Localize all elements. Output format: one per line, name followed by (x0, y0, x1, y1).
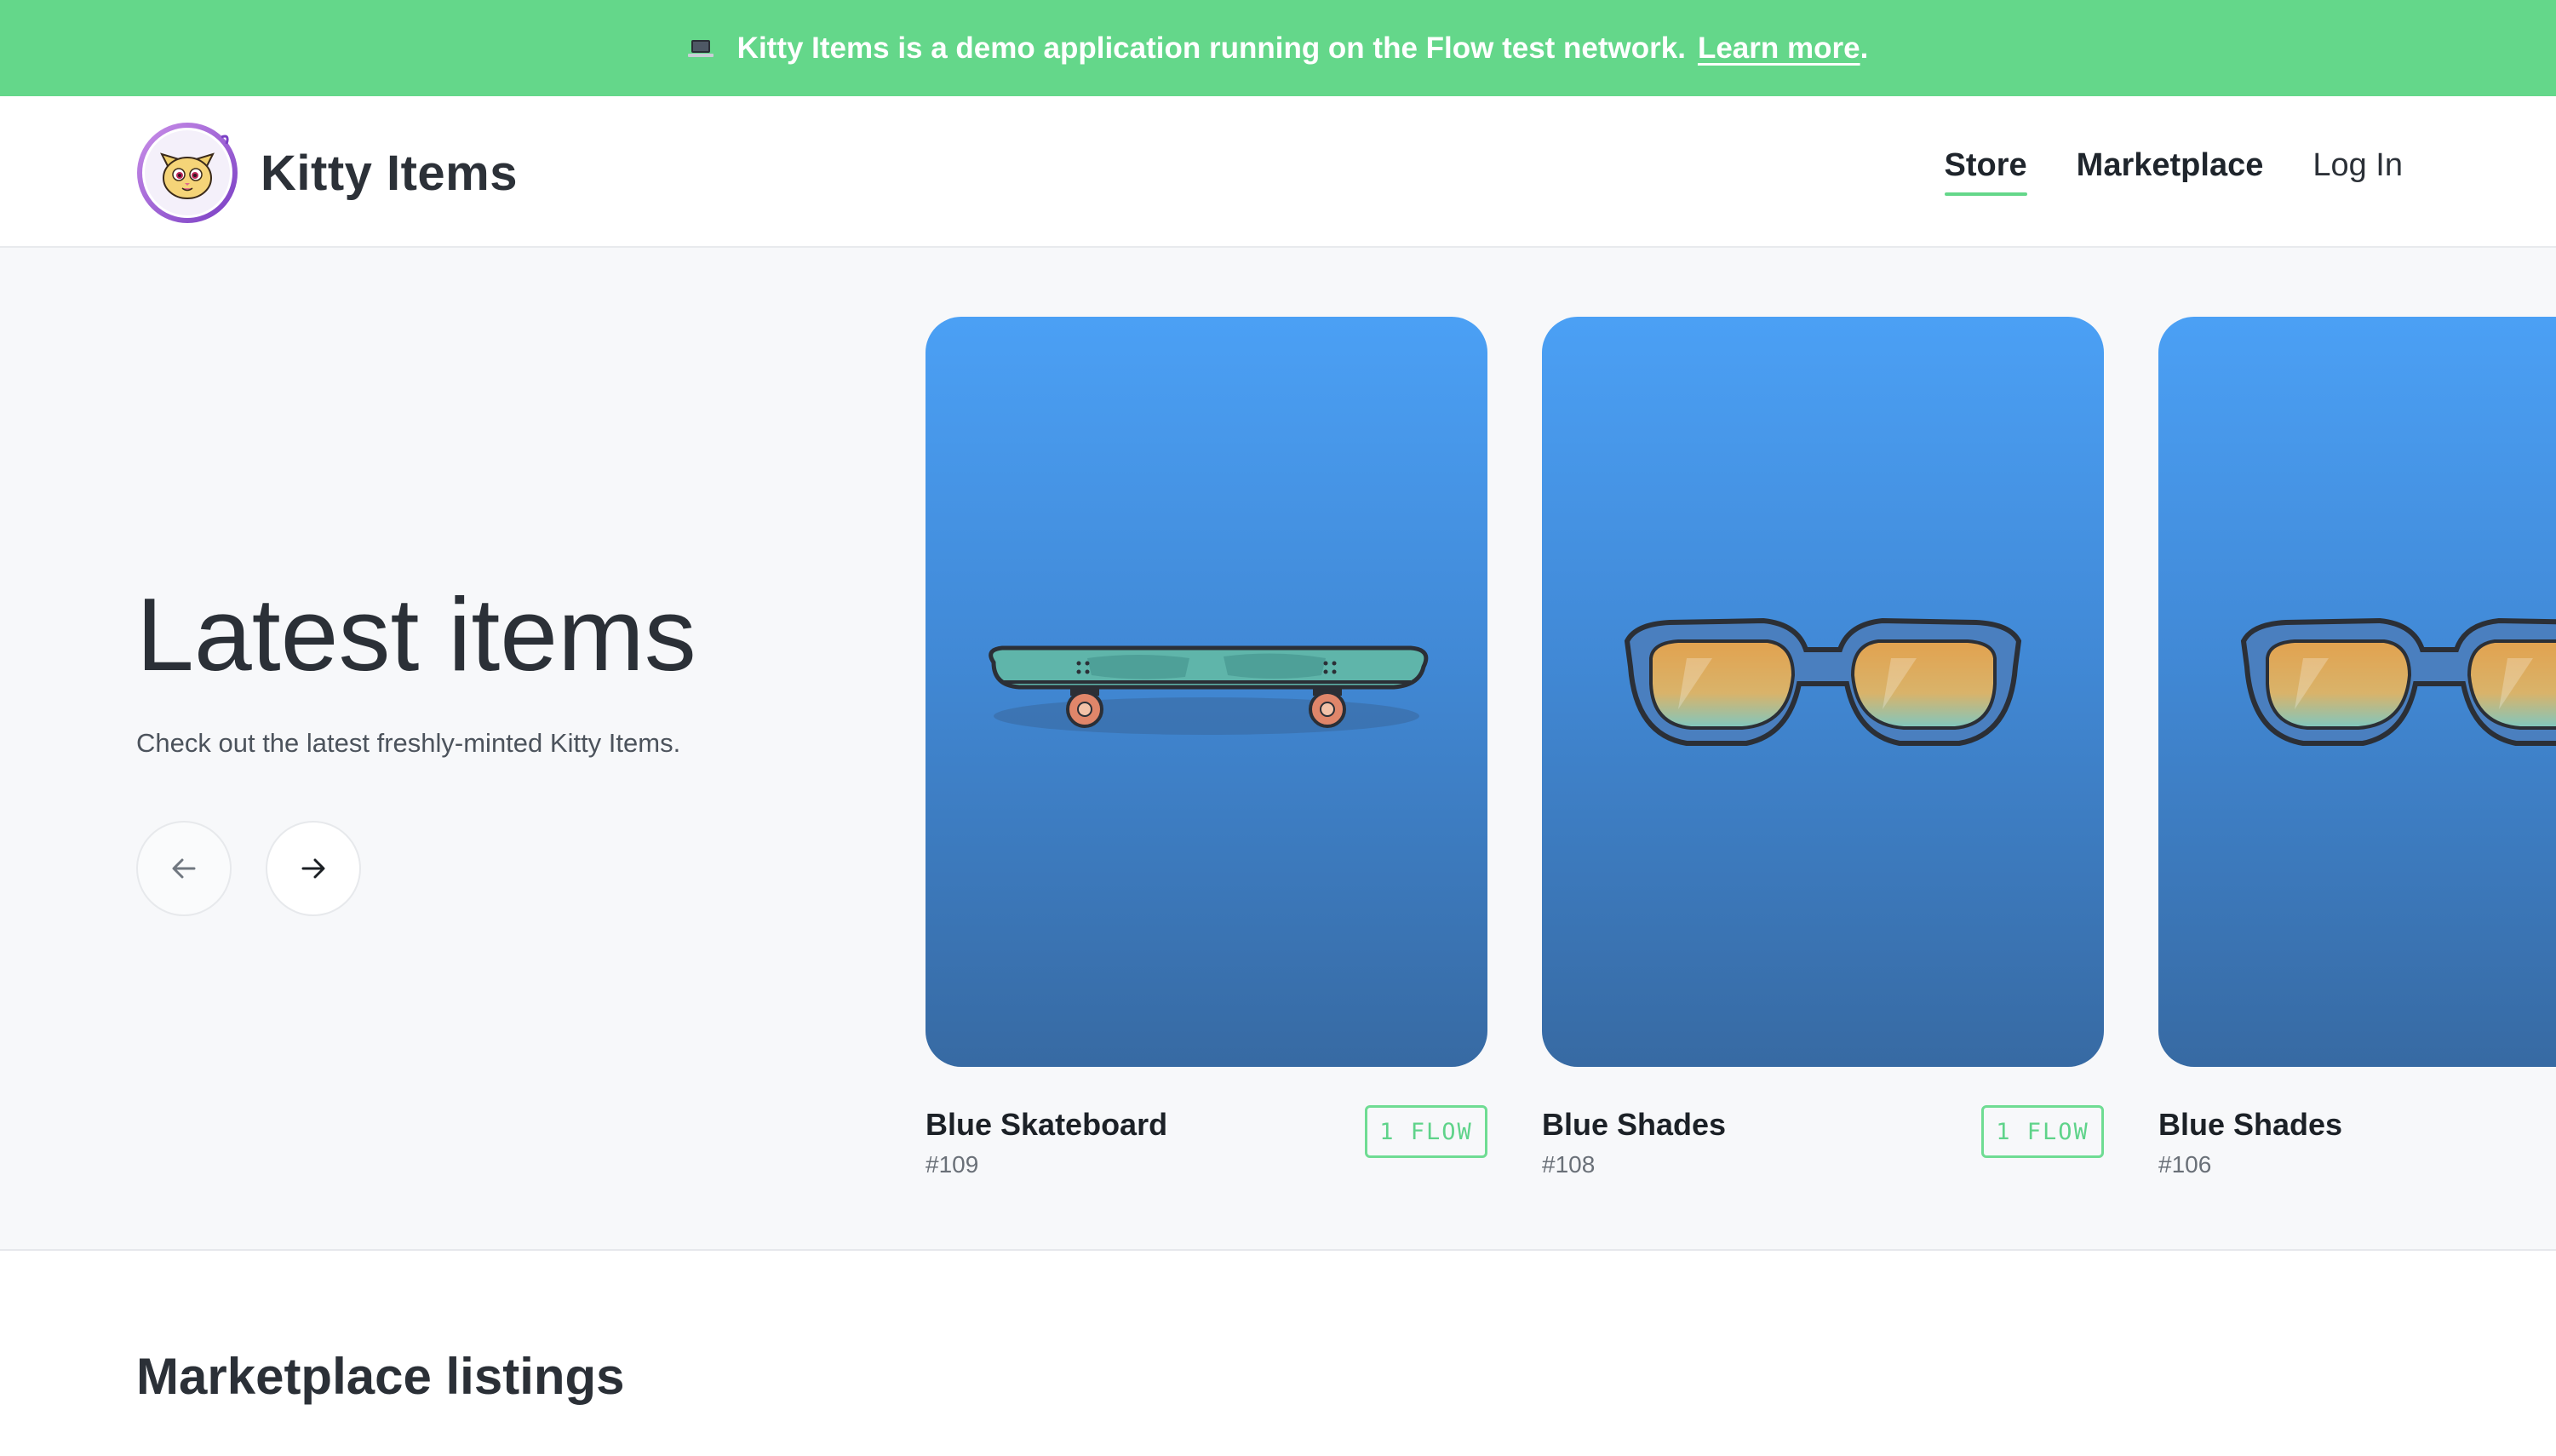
latest-items-section: Latest items Check out the latest freshl… (0, 248, 2556, 1251)
announcement-banner: Kitty Items is a demo application runnin… (0, 0, 2556, 96)
nav-login[interactable]: Log In (2312, 147, 2403, 191)
item-image[interactable] (1542, 317, 2104, 1067)
site-header: Kitty Items Store Marketplace Log In (0, 96, 2556, 248)
marketplace-listings-heading: Marketplace listings (136, 1348, 625, 1405)
item-image[interactable] (2158, 317, 2556, 1067)
arrow-left-icon (172, 858, 196, 879)
home-link[interactable]: Kitty Items (136, 122, 518, 224)
page-title: Latest items (136, 576, 696, 692)
laptop-icon (687, 39, 714, 57)
main-nav: Store Marketplace Log In (1944, 147, 2403, 196)
brand-name: Kitty Items (261, 145, 519, 201)
item-card[interactable]: Blue Shades #108 1 FLOW (1542, 317, 2104, 1178)
item-id: #108 (1542, 1151, 1596, 1178)
carousel-prev-button[interactable] (136, 821, 232, 916)
item-name: Blue Skateboard (926, 1107, 1168, 1142)
kitty-logo-icon (137, 123, 238, 223)
banner-trailing: . (1860, 31, 1869, 65)
item-image[interactable] (926, 317, 1487, 1067)
price-badge: 1 FLOW (1981, 1105, 2104, 1158)
item-name: Blue Shades (1542, 1107, 1727, 1142)
banner-text: Kitty Items is a demo application runnin… (736, 31, 1686, 65)
arrow-right-icon (301, 858, 325, 879)
nav-marketplace[interactable]: Marketplace (2077, 147, 2264, 191)
sunglasses-icon (1624, 617, 2022, 746)
skateboard-icon (989, 645, 1429, 735)
item-id: #106 (2158, 1151, 2212, 1178)
learn-more-link[interactable]: Learn more (1698, 32, 1860, 65)
hero-subtitle: Check out the latest freshly-minted Kitt… (136, 728, 681, 758)
carousel-next-button[interactable] (266, 821, 361, 916)
nav-store[interactable]: Store (1944, 147, 2027, 196)
item-card[interactable]: Blue Shades #106 (2158, 317, 2556, 1178)
item-id: #109 (926, 1151, 979, 1178)
item-name: Blue Shades (2158, 1107, 2343, 1142)
sunglasses-icon (2240, 617, 2556, 746)
price-badge: 1 FLOW (1365, 1105, 1487, 1158)
item-card[interactable]: Blue Skateboard #109 1 FLOW (926, 317, 1487, 1178)
